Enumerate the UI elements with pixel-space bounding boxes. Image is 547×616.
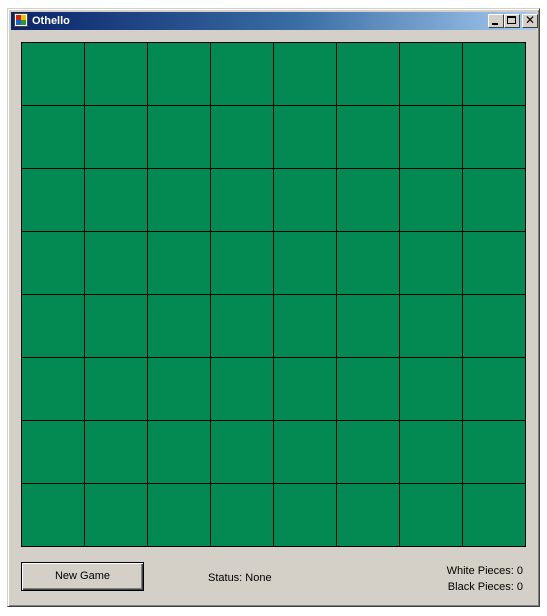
- board-cell[interactable]: [274, 43, 337, 106]
- board-cell[interactable]: [22, 358, 85, 421]
- maximize-button[interactable]: [504, 14, 520, 28]
- board-cell[interactable]: [211, 169, 274, 232]
- board-cell[interactable]: [22, 484, 85, 547]
- board-cell[interactable]: [400, 358, 463, 421]
- board-cell[interactable]: [22, 295, 85, 358]
- board-cell[interactable]: [85, 295, 148, 358]
- board-cell[interactable]: [400, 232, 463, 295]
- maximize-icon: [507, 16, 516, 24]
- board-cell[interactable]: [463, 295, 526, 358]
- black-pieces-count: Black Pieces: 0: [447, 581, 523, 593]
- board-cell[interactable]: [400, 43, 463, 106]
- othello-window: Othello ✕ New Game Status: None White Pi…: [7, 8, 540, 607]
- board-cell[interactable]: [211, 232, 274, 295]
- board-cell[interactable]: [337, 421, 400, 484]
- game-board: [21, 42, 526, 547]
- board-cell[interactable]: [211, 484, 274, 547]
- board-cell[interactable]: [274, 484, 337, 547]
- board-cell[interactable]: [85, 169, 148, 232]
- score-panel: White Pieces: 0 Black Pieces: 0: [447, 563, 523, 595]
- board-cell[interactable]: [211, 43, 274, 106]
- board-cell[interactable]: [463, 43, 526, 106]
- board-cell[interactable]: [148, 232, 211, 295]
- board-cell[interactable]: [463, 421, 526, 484]
- new-game-button[interactable]: New Game: [21, 562, 144, 591]
- board-cell[interactable]: [211, 421, 274, 484]
- board-cell[interactable]: [400, 169, 463, 232]
- board-cell[interactable]: [148, 169, 211, 232]
- board-cell[interactable]: [148, 484, 211, 547]
- board-cell[interactable]: [337, 169, 400, 232]
- board-cell[interactable]: [274, 295, 337, 358]
- board-cell[interactable]: [22, 43, 85, 106]
- board-cell[interactable]: [274, 232, 337, 295]
- board-cell[interactable]: [337, 43, 400, 106]
- minimize-icon: [492, 23, 498, 25]
- board-cell[interactable]: [85, 421, 148, 484]
- board-cell[interactable]: [463, 232, 526, 295]
- minimize-button[interactable]: [488, 14, 504, 28]
- board-cell[interactable]: [274, 106, 337, 169]
- board-cell[interactable]: [22, 169, 85, 232]
- board-cell[interactable]: [22, 232, 85, 295]
- board-cell[interactable]: [148, 43, 211, 106]
- board-cell[interactable]: [400, 295, 463, 358]
- window-title: Othello: [32, 15, 70, 27]
- board-cell[interactable]: [400, 484, 463, 547]
- board-cell[interactable]: [85, 43, 148, 106]
- board-cell[interactable]: [148, 295, 211, 358]
- board-cell[interactable]: [274, 421, 337, 484]
- board-cell[interactable]: [337, 358, 400, 421]
- board-cell[interactable]: [211, 106, 274, 169]
- status-label: Status: None: [208, 572, 272, 584]
- board-cell[interactable]: [211, 358, 274, 421]
- board-cell[interactable]: [337, 295, 400, 358]
- close-icon: ✕: [524, 13, 536, 27]
- board-cell[interactable]: [463, 484, 526, 547]
- board-cell[interactable]: [148, 358, 211, 421]
- board-cell[interactable]: [400, 421, 463, 484]
- board-cell[interactable]: [22, 106, 85, 169]
- board-cell[interactable]: [400, 106, 463, 169]
- title-bar[interactable]: Othello ✕: [11, 12, 538, 30]
- board-cell[interactable]: [211, 295, 274, 358]
- board-cell[interactable]: [337, 232, 400, 295]
- board-cell[interactable]: [463, 169, 526, 232]
- board-cell[interactable]: [274, 358, 337, 421]
- board-cell[interactable]: [85, 484, 148, 547]
- board-cell[interactable]: [148, 421, 211, 484]
- board-cell[interactable]: [337, 106, 400, 169]
- board-cell[interactable]: [463, 358, 526, 421]
- board-cell[interactable]: [463, 106, 526, 169]
- board-cell[interactable]: [85, 358, 148, 421]
- white-pieces-count: White Pieces: 0: [446, 565, 523, 577]
- board-cell[interactable]: [274, 169, 337, 232]
- board-cell[interactable]: [85, 232, 148, 295]
- board-cell[interactable]: [148, 106, 211, 169]
- board-cell[interactable]: [337, 484, 400, 547]
- board-cell[interactable]: [22, 421, 85, 484]
- board-cell[interactable]: [85, 106, 148, 169]
- app-icon[interactable]: [14, 13, 28, 27]
- close-button[interactable]: ✕: [522, 13, 538, 28]
